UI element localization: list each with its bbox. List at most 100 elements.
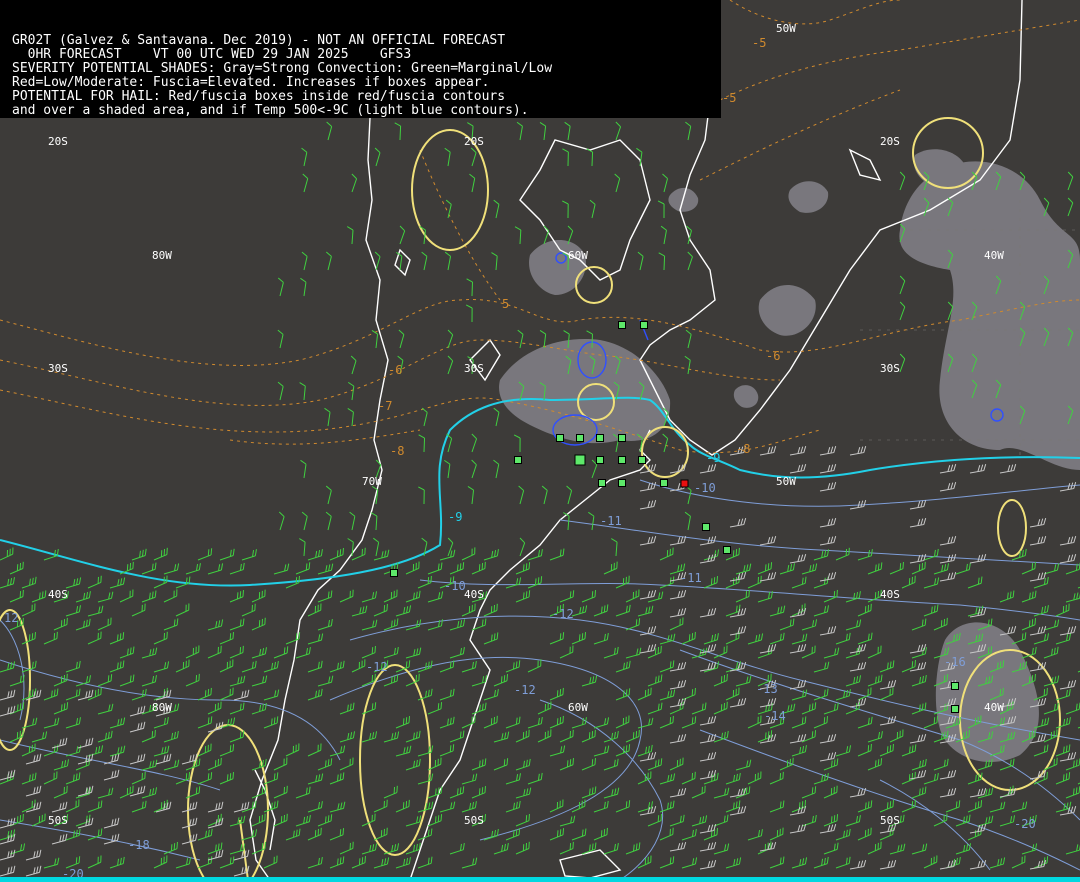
wind-barb xyxy=(669,679,687,690)
wind-barb xyxy=(559,815,576,827)
wind-barb xyxy=(197,772,213,785)
wind-barb xyxy=(131,771,146,785)
wind-barb xyxy=(867,731,883,743)
wind-barb xyxy=(347,381,355,401)
wind-barb xyxy=(559,841,574,855)
wind-barb xyxy=(470,147,477,167)
wind-barb xyxy=(564,121,571,141)
wind-barb xyxy=(383,589,398,603)
wind-barb xyxy=(537,701,552,715)
wind-barb xyxy=(207,645,222,659)
wind-barb xyxy=(669,607,687,618)
wind-barb xyxy=(129,721,146,733)
contour-label: -5 xyxy=(722,91,736,105)
wind-barb xyxy=(0,817,16,829)
wind-barb xyxy=(263,716,279,729)
isotherm-contours xyxy=(0,479,1080,881)
wind-barb xyxy=(251,675,268,687)
wind-barb xyxy=(449,562,465,575)
wind-barb xyxy=(0,849,16,861)
wind-barb xyxy=(593,604,609,617)
wind-barb xyxy=(119,785,134,799)
wind-barb xyxy=(51,737,68,749)
wind-barb xyxy=(153,716,169,729)
wind-barb xyxy=(699,607,717,618)
wind-barb xyxy=(559,590,575,603)
severity-box-green xyxy=(514,456,522,464)
wind-barb xyxy=(857,827,872,841)
wind-barb xyxy=(329,772,345,785)
wind-barb xyxy=(21,576,37,589)
wind-barb xyxy=(939,553,957,564)
wind-barb xyxy=(317,758,333,771)
wind-barb xyxy=(439,549,456,561)
wind-barb xyxy=(483,549,499,561)
wind-barb xyxy=(989,801,1006,813)
wind-barb xyxy=(405,590,421,603)
wind-barb xyxy=(759,697,777,708)
severity-box-green xyxy=(618,479,626,487)
wind-barb xyxy=(969,859,987,870)
wind-barb xyxy=(909,661,927,672)
wind-barb xyxy=(307,773,324,785)
wind-barb xyxy=(939,571,957,582)
wind-barb xyxy=(43,857,60,869)
wind-barb xyxy=(163,563,180,575)
lon-label: 50W xyxy=(776,475,796,488)
wind-barb xyxy=(757,591,773,603)
wind-barb xyxy=(301,251,308,271)
wind-barb xyxy=(549,548,565,561)
wind-barb xyxy=(519,537,526,557)
wind-barb xyxy=(295,815,311,827)
wind-barb xyxy=(505,716,521,729)
wind-barb xyxy=(823,647,840,659)
wind-barb xyxy=(889,561,904,575)
wind-barb xyxy=(747,715,762,729)
wind-barb xyxy=(87,800,103,813)
wind-barb xyxy=(729,517,747,528)
wind-barb xyxy=(615,660,631,673)
bottom-border xyxy=(0,877,1080,882)
wind-barb xyxy=(465,304,473,323)
wind-barb xyxy=(729,607,747,618)
header-severity-legend: SEVERITY POTENTIAL SHADES: Gray=Strong C… xyxy=(12,61,553,76)
contour-label: -6 xyxy=(388,363,402,377)
wind-barb xyxy=(687,251,693,271)
wind-barb xyxy=(374,147,381,167)
wind-barb xyxy=(791,857,808,869)
wind-barb xyxy=(549,745,566,757)
wind-barb xyxy=(725,687,740,701)
wind-barb xyxy=(819,625,837,636)
wind-barb xyxy=(439,716,455,729)
lon-label: 70W xyxy=(362,475,382,488)
wind-barb xyxy=(447,329,454,349)
wind-barb xyxy=(625,729,640,743)
wind-barb xyxy=(119,589,134,603)
wind-barb xyxy=(518,485,525,505)
wind-barb xyxy=(325,485,332,505)
wind-barb xyxy=(299,382,306,401)
wind-barb xyxy=(383,674,399,687)
wind-barb xyxy=(329,801,346,813)
wind-barb xyxy=(625,647,642,659)
wind-barb xyxy=(637,771,652,785)
wind-barb xyxy=(909,517,927,528)
wind-barb xyxy=(639,643,657,654)
wind-barb xyxy=(581,729,596,743)
wind-barb xyxy=(691,785,706,799)
lat-label: 30S xyxy=(464,362,484,375)
wind-barb xyxy=(75,591,91,603)
wind-barb xyxy=(493,459,500,479)
wind-barb xyxy=(371,330,379,349)
wind-barb xyxy=(77,785,94,797)
wind-barb xyxy=(819,463,837,474)
wind-barb xyxy=(405,815,422,827)
wind-barb xyxy=(483,689,499,701)
wind-barb xyxy=(461,603,476,617)
lat-label: 40S xyxy=(880,588,900,601)
wind-barb xyxy=(131,688,147,701)
grid-labels: 20S 20S 20S 30S 30S 30S 40S 40S 40S 50S … xyxy=(48,22,1004,827)
wind-barb xyxy=(769,771,784,785)
wind-barb xyxy=(639,625,657,636)
wind-barb xyxy=(9,561,24,575)
